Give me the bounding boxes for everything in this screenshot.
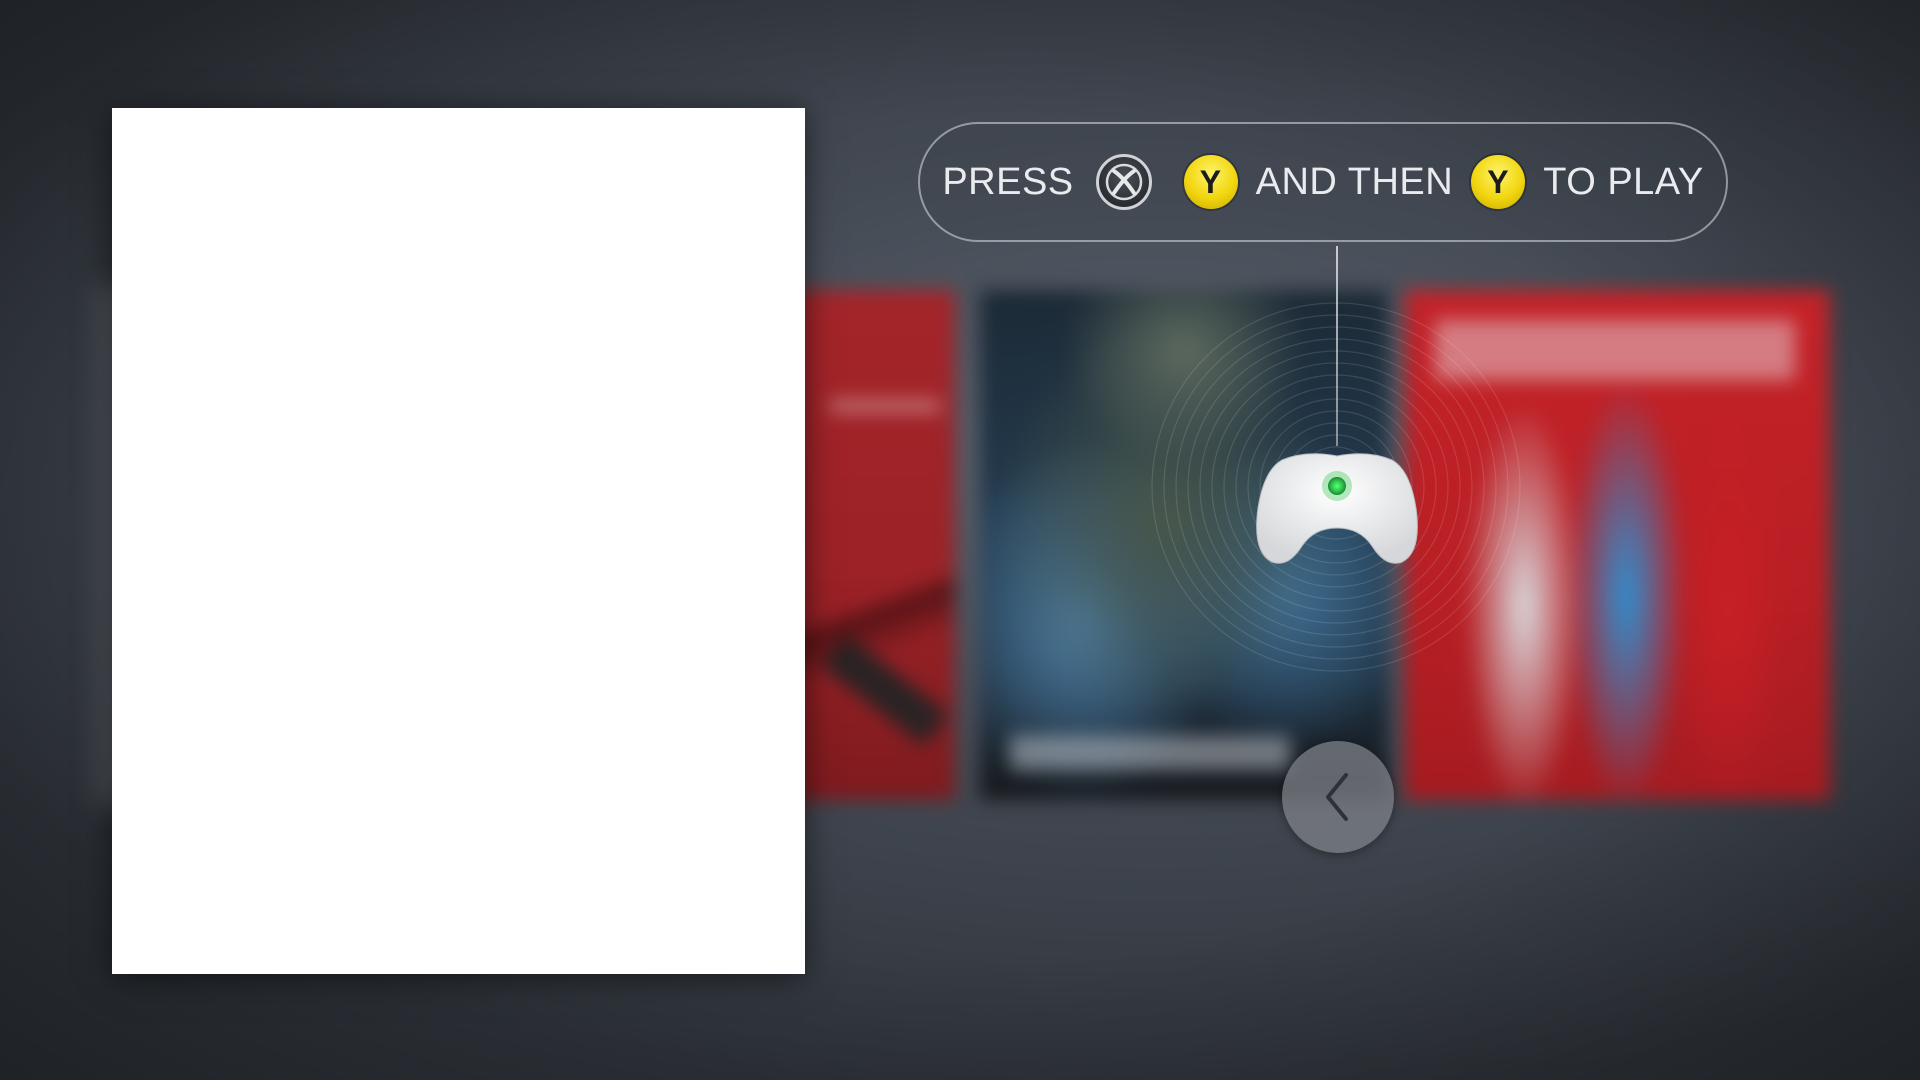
- chevron-left-icon: [1326, 773, 1348, 821]
- xbox-guide-icon: [1095, 154, 1152, 210]
- back-button[interactable]: [1282, 741, 1394, 853]
- controller-icon: [1256, 453, 1418, 564]
- y-button-icon: Y: [1471, 155, 1526, 209]
- cover-art-stripe: [830, 400, 940, 412]
- y-button-icon: Y: [1183, 155, 1238, 209]
- press-label: PRESS: [942, 160, 1074, 203]
- and-then-label: AND THEN: [1255, 160, 1454, 203]
- blank-panel: [112, 108, 805, 974]
- to-play-label: TO PLAY: [1543, 160, 1704, 203]
- game-cover-red[interactable]: [790, 290, 955, 800]
- cover-art-blade: [821, 634, 949, 746]
- instruction-pill: PRESS Y AND THEN Y TO PLAY: [918, 122, 1728, 242]
- cover-logo: [1010, 736, 1290, 770]
